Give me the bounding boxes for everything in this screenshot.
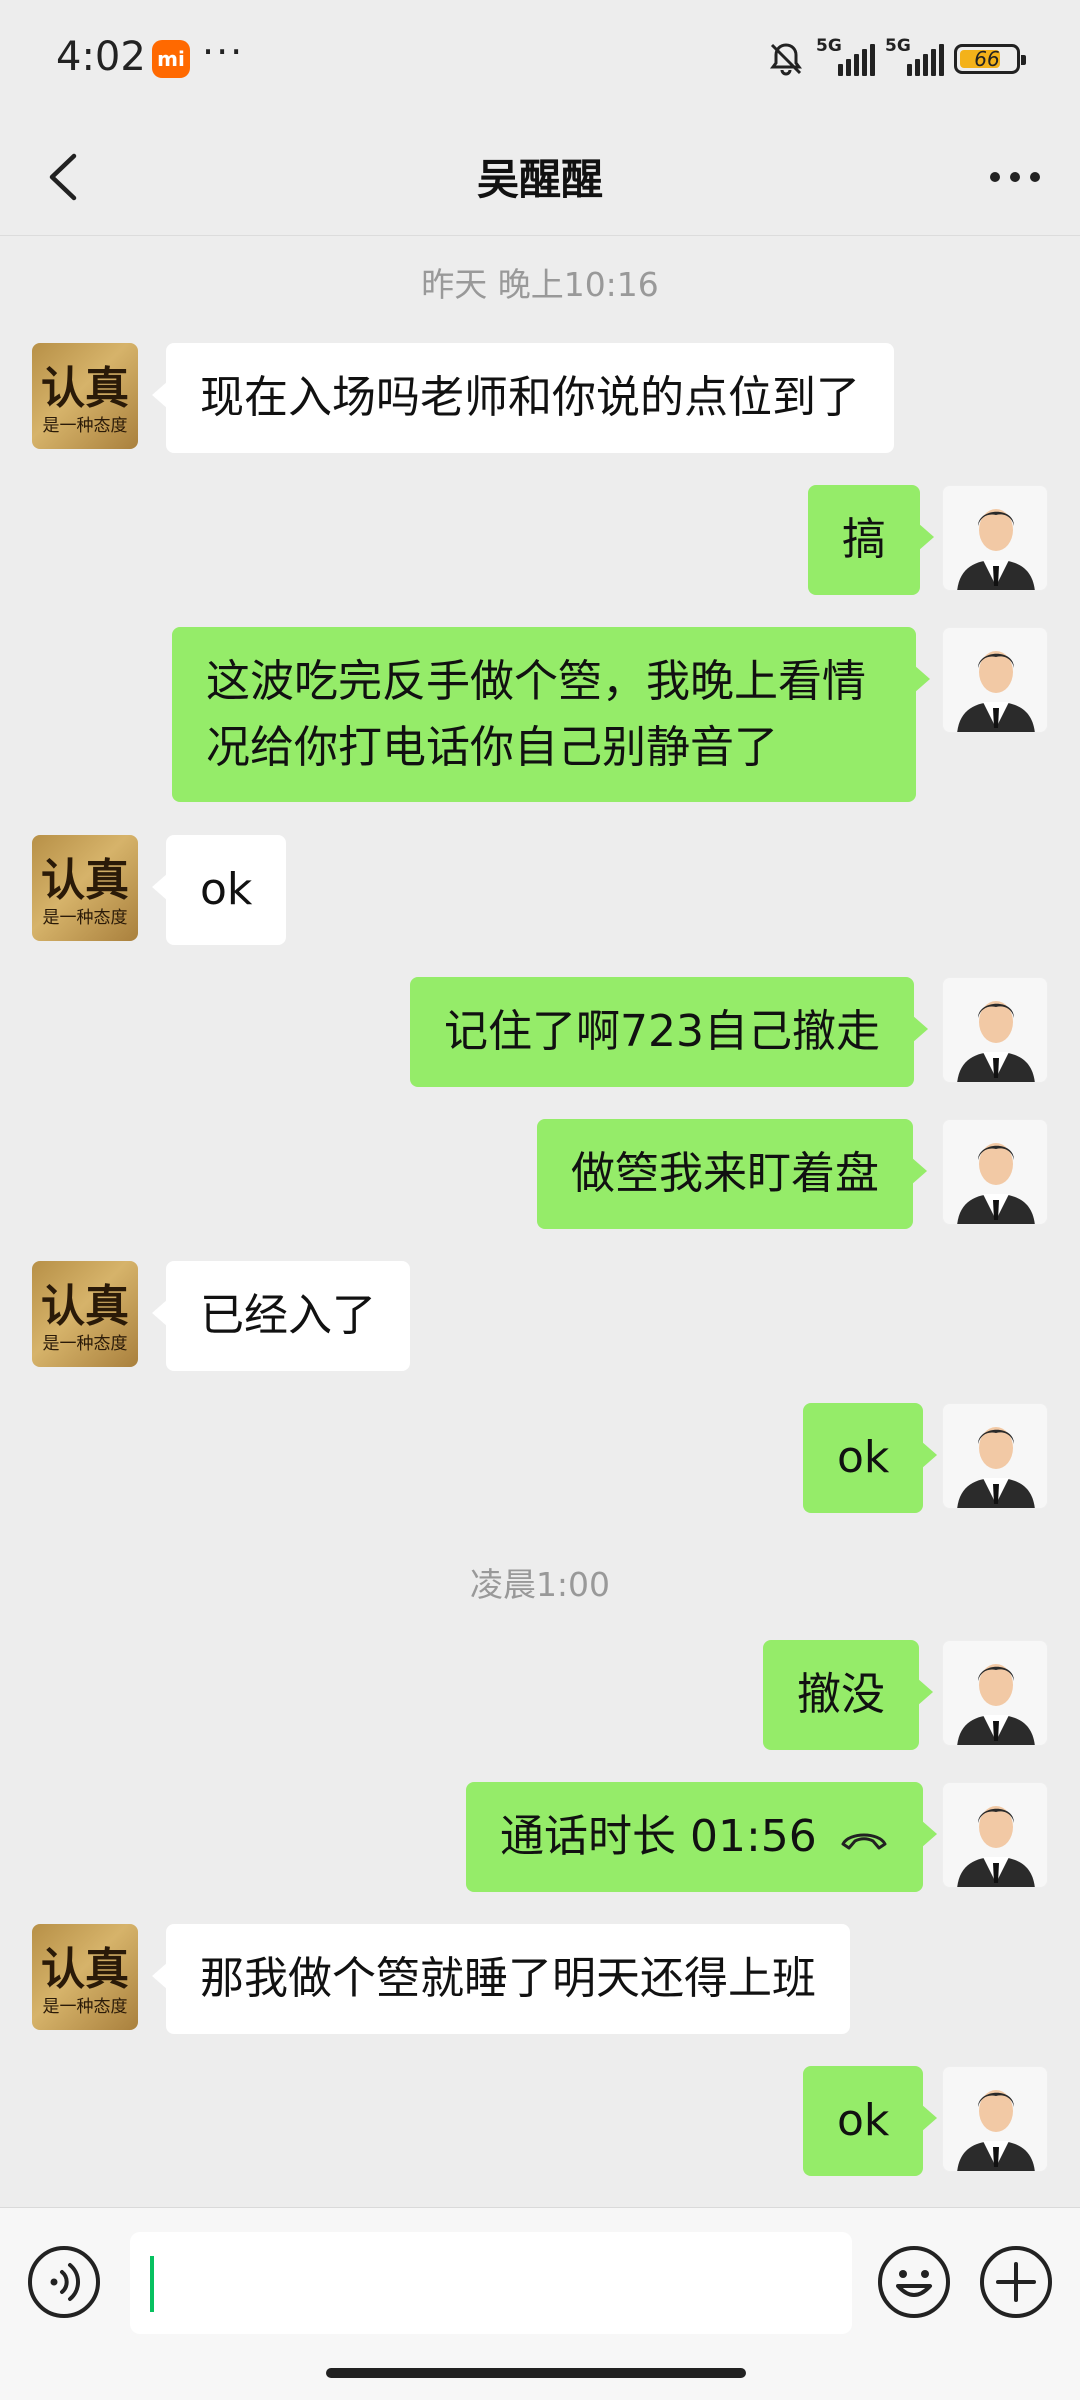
message-bubble-incoming[interactable]: 那我做个箜就睡了明天还得上班 [152, 1924, 850, 2034]
message-bubble-outgoing[interactable]: 记住了啊723自己撤走 [410, 977, 928, 1087]
svg-text:认真: 认真 [41, 855, 129, 906]
svg-text:认真: 认真 [41, 1944, 129, 1995]
avatar-image: 认真 是一种态度 [41, 855, 129, 928]
avatar[interactable] [942, 2066, 1048, 2172]
message-line: 况给你打电话你自己别静音了 [206, 722, 778, 773]
avatar-image [957, 2090, 1035, 2171]
avatar[interactable]: 认真 是一种态度 [32, 1261, 138, 1367]
emoji-button[interactable] [876, 2244, 952, 2320]
network-type-1: 5G [816, 36, 842, 56]
avatar-image: 认真 是一种态度 [41, 363, 129, 436]
avatar-image: 认真 是一种态度 [41, 1944, 129, 2017]
voice-icon [28, 2246, 100, 2318]
avatar-image [957, 1806, 1035, 1887]
status-time: 4:02 [56, 34, 146, 80]
call-record-bubble[interactable]: 通话时长 01:56 [466, 1782, 937, 1892]
cell-signal-2-icon: 5G [885, 36, 944, 76]
text-cursor [150, 2256, 154, 2312]
avatar-image [957, 1427, 1035, 1508]
avatar-image [957, 509, 1035, 590]
more-icon [990, 172, 1040, 182]
message-input[interactable] [130, 2232, 852, 2334]
status-icons: 5G 5G 66 [766, 36, 1026, 82]
mi-notification-icon: mi [152, 40, 190, 78]
avatar[interactable] [942, 977, 1048, 1083]
status-bar: 4:02 mi ··· 5G 5G 66 [0, 0, 1080, 118]
avatar-image [957, 651, 1035, 732]
avatar[interactable]: 认真 是一种态度 [32, 835, 138, 941]
avatar[interactable]: 认真 是一种态度 [32, 343, 138, 449]
avatar-image: 认真 是一种态度 [41, 1281, 129, 1354]
message-bubble-incoming[interactable]: 已经入了 [152, 1261, 410, 1371]
avatar[interactable] [942, 485, 1048, 591]
battery-icon: 66 [954, 44, 1026, 74]
home-indicator[interactable] [326, 2368, 746, 2378]
timestamp-divider: 凌晨1:00 [469, 1565, 611, 1604]
call-duration-text: 通话时长 01:56 [500, 1811, 817, 1862]
avatar[interactable] [942, 1640, 1048, 1746]
more-functions-button[interactable] [978, 2244, 1054, 2320]
svg-text:是一种态度: 是一种态度 [43, 908, 128, 928]
phone-hangup-icon [841, 1833, 887, 1850]
message-line: 这波吃完反手做个箜，我晚上看情 [206, 656, 866, 707]
svg-text:是一种态度: 是一种态度 [43, 416, 128, 436]
message-bubble-incoming[interactable]: ok [151, 835, 287, 945]
cell-signal-1-icon: 5G [816, 36, 875, 76]
avatar[interactable] [942, 1403, 1048, 1509]
message-bubble-outgoing[interactable]: ok [803, 2066, 938, 2176]
voice-input-button[interactable] [26, 2244, 102, 2320]
avatar-image [957, 1001, 1035, 1082]
message-bubble-outgoing[interactable]: ok [803, 1403, 938, 1513]
timestamp-divider: 昨天 晚上10:16 [421, 265, 659, 304]
chat-header: 吴醒醒 [0, 118, 1080, 236]
mute-bell-icon [770, 43, 802, 76]
more-options-button[interactable] [980, 142, 1050, 212]
network-type-2: 5G [885, 36, 911, 56]
svg-text:认真: 认真 [41, 1281, 129, 1332]
avatar[interactable] [942, 627, 1048, 733]
avatar-image [957, 1143, 1035, 1224]
avatar[interactable]: 认真 是一种态度 [32, 1924, 138, 2030]
chat-title: 吴醒醒 [476, 155, 603, 204]
avatar-image [957, 1664, 1035, 1745]
svg-text:认真: 认真 [41, 363, 129, 414]
svg-text:是一种态度: 是一种态度 [43, 1334, 128, 1354]
message-bubble-incoming[interactable]: 现在入场吗老师和你说的点位到了 [152, 343, 894, 453]
battery-percent: 66 [974, 47, 1000, 71]
emoji-icon [878, 2246, 950, 2318]
plus-icon [980, 2246, 1052, 2318]
avatar[interactable] [942, 1119, 1048, 1225]
more-notifications-icon: ··· [202, 30, 245, 74]
message-bubble-outgoing[interactable]: 撤没 [763, 1640, 933, 1750]
message-bubble-outgoing[interactable]: 搞 [808, 485, 934, 595]
svg-text:是一种态度: 是一种态度 [43, 1997, 128, 2017]
message-bubble-outgoing[interactable]: 做箜我来盯着盘 [537, 1119, 927, 1229]
message-bubble-outgoing[interactable]: 这波吃完反手做个箜，我晚上看情 况给你打电话你自己别静音了 [172, 627, 930, 802]
avatar[interactable] [942, 1782, 1048, 1888]
